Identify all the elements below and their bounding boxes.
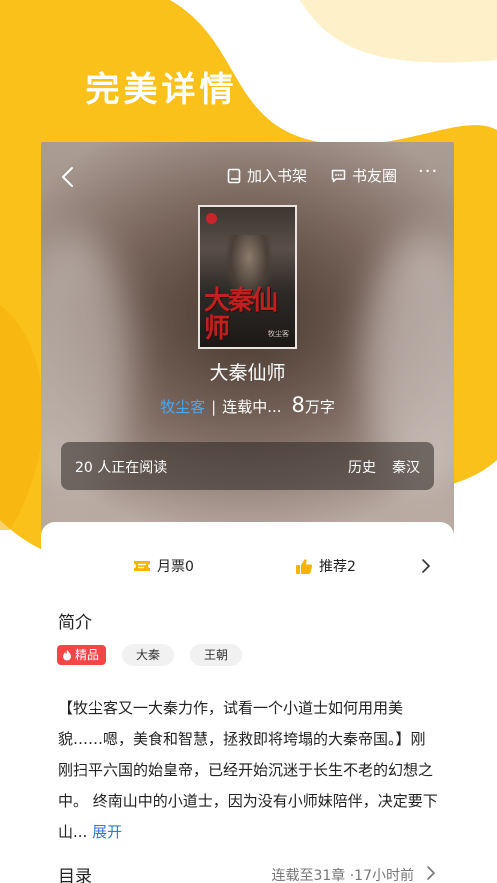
top-navigation-bar: 加入书架 书友圈 ··· bbox=[41, 162, 454, 192]
chevron-right-icon[interactable] bbox=[420, 557, 432, 575]
bookshelf-icon bbox=[227, 168, 241, 183]
flame-icon bbox=[63, 649, 71, 661]
add-to-shelf-button[interactable]: 加入书架 bbox=[227, 165, 307, 186]
more-options-icon[interactable]: ··· bbox=[418, 163, 438, 186]
catalog-heading: 目录 bbox=[58, 867, 92, 883]
word-count: 8 bbox=[291, 393, 305, 417]
serial-status: 连载中... bbox=[222, 398, 282, 416]
book-meta: 牧尘客 | 连载中... 8 万字 bbox=[41, 393, 454, 417]
monthly-ticket-label: 月票0 bbox=[157, 559, 194, 575]
book-hero: 加入书架 书友圈 ··· 大秦仙师 牧尘客 大秦仙师 牧尘客 | 连载中... … bbox=[41, 142, 454, 542]
ticket-icon bbox=[134, 561, 150, 571]
intro-tags: 精品 大秦 王朝 bbox=[57, 644, 243, 666]
recommend-button[interactable]: 推荐2 bbox=[295, 556, 356, 576]
meta-divider: | bbox=[211, 398, 217, 416]
back-arrow-icon[interactable] bbox=[57, 164, 79, 190]
book-circle-label: 书友圈 bbox=[352, 167, 398, 185]
expand-link[interactable]: 展开 bbox=[92, 823, 122, 841]
chat-icon bbox=[331, 169, 346, 182]
readers-count: 20 人正在阅读 bbox=[75, 460, 168, 476]
intro-text-block: 【牧尘客又一大秦力作，试看一个小道士如何用用美貌……嗯，美食和智慧，拯救即将垮塌… bbox=[58, 693, 438, 848]
catalog-row[interactable]: 目录 连载至31章 ·17小时前 bbox=[58, 862, 438, 883]
cover-author: 牧尘客 bbox=[268, 330, 289, 338]
category-tag[interactable]: 历史 bbox=[348, 457, 376, 477]
monthly-ticket-button[interactable]: 月票0 bbox=[133, 556, 194, 576]
topic-tag[interactable]: 王朝 bbox=[190, 644, 243, 666]
add-to-shelf-label: 加入书架 bbox=[247, 167, 308, 185]
author-link[interactable]: 牧尘客 bbox=[160, 396, 205, 417]
intro-text: 【牧尘客又一大秦力作，试看一个小道士如何用用美貌……嗯，美食和智慧，拯救即将垮塌… bbox=[58, 699, 438, 841]
category-tags: 历史 秦汉 bbox=[348, 457, 420, 477]
book-title: 大秦仙师 bbox=[209, 362, 286, 384]
book-cover[interactable]: 大秦仙师 牧尘客 bbox=[198, 205, 297, 349]
recommend-label: 推荐2 bbox=[319, 559, 356, 575]
category-tag[interactable]: 秦汉 bbox=[392, 457, 420, 477]
headline-right: 精品图书 bbox=[259, 70, 412, 110]
chevron-right-icon bbox=[427, 866, 436, 880]
intro-heading: 简介 bbox=[58, 613, 92, 633]
catalog-status: 连载至31章 ·17小时前 bbox=[271, 868, 414, 883]
topic-tag[interactable]: 大秦 bbox=[122, 644, 175, 666]
publisher-logo-icon bbox=[206, 213, 217, 224]
reading-info-bar: 20 人正在阅读 历史 秦汉 bbox=[61, 442, 434, 490]
promo-headline: 完美详情 精品图书 bbox=[0, 62, 497, 111]
word-unit: 万字 bbox=[304, 398, 335, 416]
premium-badge: 精品 bbox=[57, 645, 107, 665]
premium-badge-label: 精品 bbox=[75, 648, 100, 662]
thumbs-up-icon bbox=[296, 558, 313, 574]
book-circle-button[interactable]: 书友圈 bbox=[331, 165, 397, 186]
headline-left: 完美详情 bbox=[85, 70, 238, 110]
stats-row: 月票0 推荐2 bbox=[41, 556, 454, 580]
